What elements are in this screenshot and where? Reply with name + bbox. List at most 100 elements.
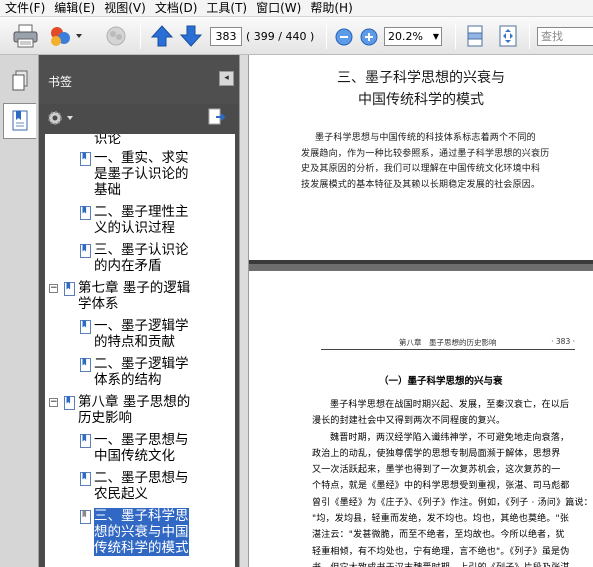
- fit-page-icon[interactable]: [497, 24, 519, 48]
- panel-title: 书签: [48, 75, 73, 89]
- bookmark-label: 一、重实、求实 是墨子认识论的 基础: [94, 150, 189, 198]
- pdf-page: 三、墨子科学思想的兴衰与 中国传统科学的模式 墨子科学思想与中国传统的科技体系标…: [249, 55, 593, 264]
- abstract-line: 史及其原因的分析，我们可以理解在中国传统文化环境中科: [301, 164, 541, 174]
- bookmark-icon: [64, 396, 75, 410]
- bookmark-label-line: 想的兴衰与中国: [94, 524, 189, 540]
- bookmark-label-line: 第七章 墨子的逻辑: [78, 280, 191, 296]
- menu-bar: 文件(F) 编辑(E) 视图(V) 文档(D) 工具(T) 窗口(W) 帮助(H…: [0, 0, 593, 17]
- toolbar-separator: [529, 23, 530, 49]
- menu-view[interactable]: 视图(V): [99, 0, 150, 17]
- running-head: 第八章 墨子思想的历史影响 · 383 ·: [321, 337, 575, 350]
- bookmark-icon: [64, 282, 75, 296]
- collapse-toggle[interactable]: −: [49, 284, 58, 293]
- share-icon[interactable]: [48, 24, 84, 48]
- collapse-toggle[interactable]: −: [49, 398, 58, 407]
- bookmark-label-line: 三、墨子认识论: [94, 242, 189, 258]
- body-line: 曾引《墨经》为《庄子》、《列子》作注。例如，《列子 · 汤问》篇说：: [312, 497, 593, 508]
- bookmark-icon: [80, 434, 91, 448]
- bookmark-label: 三、墨子科学思 想的兴衰与中国 传统科学的模式: [94, 508, 189, 556]
- panel-header: 书签 ◂: [39, 55, 239, 104]
- menu-document[interactable]: 文档(D): [150, 0, 202, 17]
- body-line: 书，但它大致成书于汉末魏晋时期，上引的《列子》片段及张湛: [312, 560, 592, 567]
- expand-bookmark-icon[interactable]: [207, 107, 229, 127]
- toolbar: 383 ( 399 / 440 ) 20.2% ▼ 查找: [0, 17, 593, 55]
- bookmark-label-line: 传统科学的模式: [94, 540, 189, 556]
- body-text: 墨子科学思想在战国时期兴起、发展，至秦汉衰亡，在以后漫长的封建社会中又得到两次不…: [312, 397, 593, 567]
- pdf-reader-window: 文件(F) 编辑(E) 视图(V) 文档(D) 工具(T) 窗口(W) 帮助(H…: [0, 0, 593, 567]
- bookmark-label-line: 一、重实、求实: [94, 150, 189, 166]
- bookmark-label-line: 一、墨子逻辑学: [94, 318, 189, 334]
- body-line: "均，发均县，轻重而发绝，发不均也。均也，其绝也莫绝。"张: [312, 514, 570, 525]
- body-line: 魏晋时期，两汉经学陷入谶纬神学，不可避免地走向衰落，: [330, 432, 570, 443]
- menu-window[interactable]: 窗口(W): [251, 0, 305, 17]
- document-view[interactable]: 三、墨子科学思想的兴衰与 中国传统科学的模式 墨子科学思想与中国传统的科技体系标…: [249, 55, 593, 567]
- abstract-line: 技发展模式的基本特征及其赖以长期稳定发展的社会原因。: [301, 179, 541, 190]
- menu-tools[interactable]: 工具(T): [201, 0, 251, 17]
- pages-tab[interactable]: [3, 63, 36, 99]
- bookmark-label-line: 一、墨子思想与: [94, 432, 189, 448]
- body-line: 政治上的动乱，使独尊儒学的思想专制局面濒于解体，思想界: [312, 448, 561, 459]
- menu-file[interactable]: 文件(F): [0, 0, 49, 17]
- page-count: ( 399 / 440 ): [246, 30, 315, 43]
- bookmark-label: 一、墨子逻辑学 的特点和贡献: [94, 318, 189, 350]
- zoom-select[interactable]: 20.2% ▼: [384, 27, 442, 46]
- bookmark-label-line: 三、墨子科学思: [94, 508, 189, 524]
- section-title: （一）墨子科学思想的兴与衰: [379, 376, 503, 387]
- page-title-line: 三、墨子科学思想的兴衰与: [337, 70, 505, 86]
- bookmark-label: 一、墨子思想与 中国传统文化: [94, 432, 189, 464]
- bookmark-label-line: 体系的结构: [94, 372, 162, 388]
- printer-icon[interactable]: [12, 24, 40, 48]
- bookmark-label: 二、墨子理性主 义的认识过程: [94, 204, 189, 236]
- body-line: 又一次活跃起来，墨学也得到了一次复苏机会，这次复苏的一: [312, 465, 561, 476]
- page-title-line: 中国传统科学的模式: [358, 92, 484, 108]
- search-input[interactable]: 查找: [537, 27, 593, 46]
- navigation-tab-bar: [0, 55, 39, 567]
- bookmarks-icon: [12, 110, 28, 131]
- menu-edit[interactable]: 编辑(E): [49, 0, 99, 17]
- toolbar-separator: [455, 23, 456, 49]
- bookmark-label: 识论: [94, 134, 121, 147]
- menu-help[interactable]: 帮助(H): [305, 0, 356, 17]
- body-line: 湛注云："发甚微脆，而至不绝者，至均故也。今所以绝者，犹: [312, 530, 565, 541]
- bookmark-label-line: 二、墨子理性主: [94, 204, 189, 220]
- collaborate-icon[interactable]: [102, 24, 130, 48]
- body-line: 墨子科学思想在战国时期兴起、发展，至秦汉衰亡，在以后: [330, 400, 570, 410]
- abstract-line: 墨子科学思想与中国传统的科技体系标志着两个不同的: [315, 133, 536, 143]
- toolbar-separator: [140, 23, 141, 49]
- bookmarks-tab[interactable]: [3, 103, 36, 139]
- collapse-panel-button[interactable]: ◂: [219, 71, 234, 86]
- panel-splitter[interactable]: [239, 55, 249, 567]
- bookmark-label-line: 二、墨子逻辑学: [94, 356, 189, 372]
- bookmark-label-line: 识论: [94, 134, 121, 147]
- body-line: 漫长的封建社会中又得到两次不同程度的复兴。: [312, 416, 506, 427]
- bookmark-label: 第八章 墨子思想的 历史影响: [78, 394, 190, 426]
- fit-width-icon[interactable]: [464, 24, 486, 48]
- bookmark-icon: [80, 358, 91, 372]
- bookmark-label: 二、墨子思想与 农民起义: [94, 470, 189, 502]
- bookmark-label: 三、墨子认识论 的内在矛盾: [94, 242, 189, 274]
- zoom-value: 20.2%: [388, 30, 423, 43]
- page-number-input[interactable]: 383: [210, 27, 242, 46]
- bookmark-icon: [80, 510, 91, 524]
- abstract: 墨子科学思想与中国传统的科技体系标志着两个不同的 发展趋向，作为一种比较参照系，…: [301, 131, 577, 193]
- zoom-in-icon[interactable]: [360, 28, 378, 46]
- zoom-out-icon[interactable]: [335, 28, 353, 46]
- bookmark-label: 二、墨子逻辑学 体系的结构: [94, 356, 189, 388]
- bookmark-icon: [80, 472, 91, 486]
- bookmark-icon: [80, 152, 91, 166]
- bookmark-label-line: 第八章 墨子思想的: [78, 394, 191, 410]
- panel-toolbar: [39, 104, 239, 132]
- abstract-line: 发展趋向，作为一种比较参照系，通过墨子科学思想的兴衰历: [301, 148, 550, 159]
- bookmark-icon: [80, 244, 91, 258]
- bookmark-label-line: 中国传统文化: [94, 448, 175, 464]
- running-head-title: 第八章 墨子思想的历史影响: [399, 338, 497, 347]
- bookmark-label-line: 义的认识过程: [94, 220, 175, 236]
- bookmark-icon: [80, 320, 91, 334]
- bookmark-label-line: 基础: [94, 182, 121, 198]
- arrow-down-icon[interactable]: [179, 24, 203, 48]
- gear-icon[interactable]: [46, 108, 76, 128]
- body-line: 轻重相倾，有不均处也，宁有绝理，言不绝也"。《列子》虽是伪: [312, 546, 570, 557]
- arrow-up-icon[interactable]: [150, 24, 174, 48]
- bookmark-label-line: 是墨子认识论的: [94, 166, 189, 182]
- bookmark-label-line: 历史影响: [78, 410, 132, 426]
